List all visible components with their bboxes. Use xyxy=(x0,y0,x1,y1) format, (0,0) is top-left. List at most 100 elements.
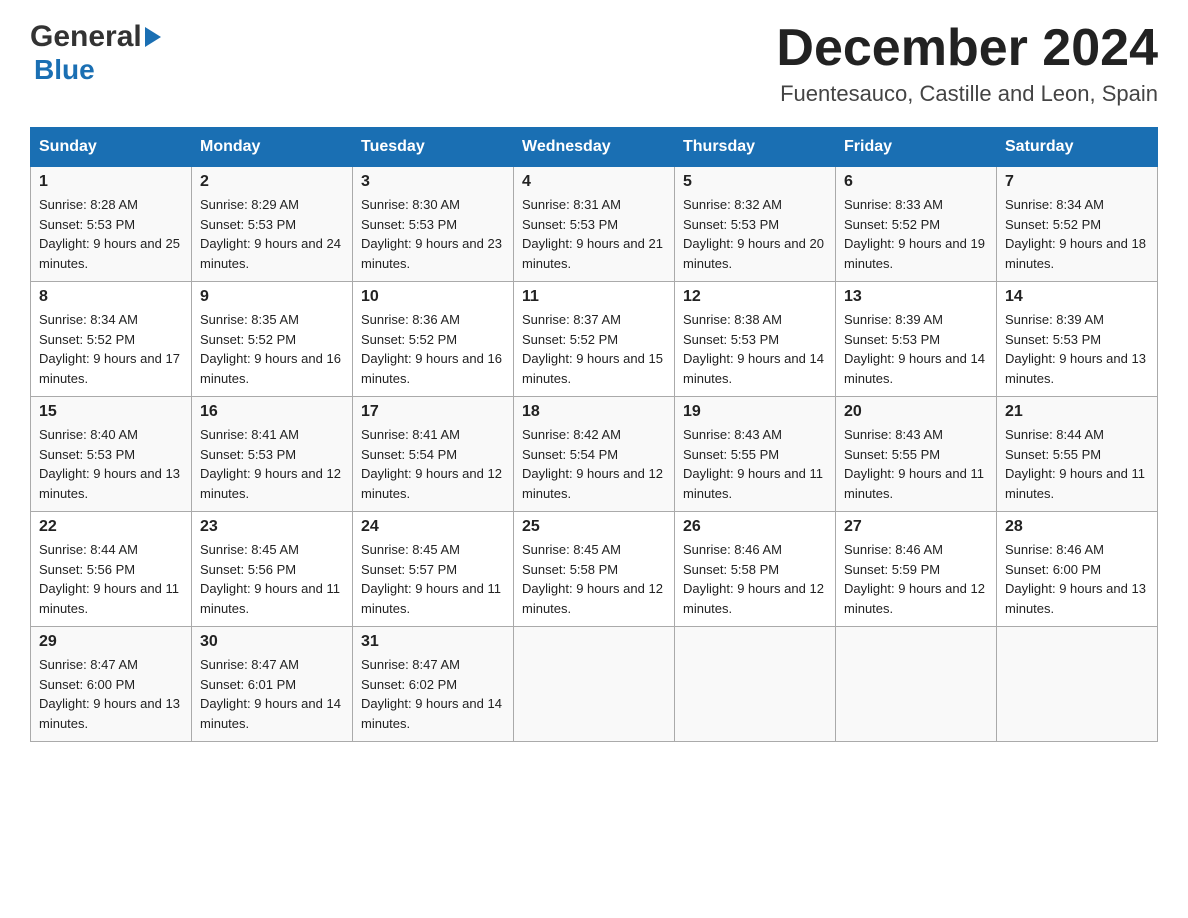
calendar-cell xyxy=(514,627,675,742)
logo-arrow-icon xyxy=(145,27,161,47)
day-number: 25 xyxy=(522,518,666,536)
calendar-cell: 20Sunrise: 8:43 AMSunset: 5:55 PMDayligh… xyxy=(836,397,997,512)
day-number: 16 xyxy=(200,403,344,421)
calendar-cell: 3 Sunrise: 8:30 AMSunset: 5:53 PMDaylight… xyxy=(353,167,514,282)
day-number: 21 xyxy=(1005,403,1149,421)
calendar-cell: 23 Sunrise: 8:45 AMSunset: 5:56 PMDayligh… xyxy=(192,512,353,627)
day-info: Sunrise: 8:45 AMSunset: 5:57 PMDaylight:… xyxy=(361,540,505,618)
calendar-body: 1 Sunrise: 8:28 AMSunset: 5:53 PMDaylight… xyxy=(31,167,1158,742)
calendar-cell: 11Sunrise: 8:37 AMSunset: 5:52 PMDayligh… xyxy=(514,282,675,397)
day-info: Sunrise: 8:33 AMSunset: 5:52 PMDaylight:… xyxy=(844,195,988,273)
day-number: 22 xyxy=(39,518,183,536)
calendar-cell: 6Sunrise: 8:33 AMSunset: 5:52 PMDaylight… xyxy=(836,167,997,282)
calendar-cell: 15 Sunrise: 8:40 AMSunset: 5:53 PMDayligh… xyxy=(31,397,192,512)
day-number: 7 xyxy=(1005,173,1149,191)
day-info: Sunrise: 8:36 AMSunset: 5:52 PMDaylight:… xyxy=(361,310,505,388)
day-info: Sunrise: 8:41 AMSunset: 5:53 PMDaylight:… xyxy=(200,425,344,503)
calendar-cell: 10 Sunrise: 8:36 AMSunset: 5:52 PMDayligh… xyxy=(353,282,514,397)
day-number: 3 xyxy=(361,173,505,191)
day-number: 30 xyxy=(200,633,344,651)
day-number: 12 xyxy=(683,288,827,306)
week-row-5: 29 Sunrise: 8:47 AMSunset: 6:00 PMDayligh… xyxy=(31,627,1158,742)
calendar-cell: 22 Sunrise: 8:44 AMSunset: 5:56 PMDayligh… xyxy=(31,512,192,627)
logo-blue-text: Blue xyxy=(34,54,95,85)
day-number: 11 xyxy=(522,288,666,306)
week-row-4: 22 Sunrise: 8:44 AMSunset: 5:56 PMDayligh… xyxy=(31,512,1158,627)
day-info: Sunrise: 8:43 AMSunset: 5:55 PMDaylight:… xyxy=(844,425,988,503)
calendar-cell: 9Sunrise: 8:35 AMSunset: 5:52 PMDaylight… xyxy=(192,282,353,397)
day-number: 31 xyxy=(361,633,505,651)
header-tuesday: Tuesday xyxy=(353,128,514,167)
day-info: Sunrise: 8:46 AMSunset: 5:58 PMDaylight:… xyxy=(683,540,827,618)
day-info: Sunrise: 8:45 AMSunset: 5:56 PMDaylight:… xyxy=(200,540,344,618)
day-number: 14 xyxy=(1005,288,1149,306)
header-wednesday: Wednesday xyxy=(514,128,675,167)
header-row: Sunday Monday Tuesday Wednesday Thursday… xyxy=(31,128,1158,167)
day-number: 13 xyxy=(844,288,988,306)
day-info: Sunrise: 8:47 AMSunset: 6:02 PMDaylight:… xyxy=(361,655,505,733)
calendar-cell: 31 Sunrise: 8:47 AMSunset: 6:02 PMDayligh… xyxy=(353,627,514,742)
day-info: Sunrise: 8:47 AMSunset: 6:01 PMDaylight:… xyxy=(200,655,344,733)
day-info: Sunrise: 8:42 AMSunset: 5:54 PMDaylight:… xyxy=(522,425,666,503)
day-info: Sunrise: 8:35 AMSunset: 5:52 PMDaylight:… xyxy=(200,310,344,388)
week-row-3: 15 Sunrise: 8:40 AMSunset: 5:53 PMDayligh… xyxy=(31,397,1158,512)
day-number: 26 xyxy=(683,518,827,536)
day-number: 4 xyxy=(522,173,666,191)
calendar-cell: 30 Sunrise: 8:47 AMSunset: 6:01 PMDayligh… xyxy=(192,627,353,742)
header-friday: Friday xyxy=(836,128,997,167)
calendar-cell: 4 Sunrise: 8:31 AMSunset: 5:53 PMDaylight… xyxy=(514,167,675,282)
day-number: 27 xyxy=(844,518,988,536)
day-info: Sunrise: 8:39 AMSunset: 5:53 PMDaylight:… xyxy=(1005,310,1149,388)
day-info: Sunrise: 8:34 AMSunset: 5:52 PMDaylight:… xyxy=(39,310,183,388)
day-info: Sunrise: 8:28 AMSunset: 5:53 PMDaylight:… xyxy=(39,195,183,273)
day-number: 18 xyxy=(522,403,666,421)
calendar-cell: 16 Sunrise: 8:41 AMSunset: 5:53 PMDayligh… xyxy=(192,397,353,512)
day-number: 1 xyxy=(39,173,183,191)
day-info: Sunrise: 8:31 AMSunset: 5:53 PMDaylight:… xyxy=(522,195,666,273)
day-number: 10 xyxy=(361,288,505,306)
day-info: Sunrise: 8:32 AMSunset: 5:53 PMDaylight:… xyxy=(683,195,827,273)
calendar-cell: 19 Sunrise: 8:43 AMSunset: 5:55 PMDayligh… xyxy=(675,397,836,512)
calendar-cell: 29 Sunrise: 8:47 AMSunset: 6:00 PMDayligh… xyxy=(31,627,192,742)
calendar-cell xyxy=(836,627,997,742)
calendar-cell: 12Sunrise: 8:38 AMSunset: 5:53 PMDayligh… xyxy=(675,282,836,397)
calendar-cell: 21 Sunrise: 8:44 AMSunset: 5:55 PMDayligh… xyxy=(997,397,1158,512)
calendar-header: Sunday Monday Tuesday Wednesday Thursday… xyxy=(31,128,1158,167)
calendar-cell: 17 Sunrise: 8:41 AMSunset: 5:54 PMDayligh… xyxy=(353,397,514,512)
day-info: Sunrise: 8:44 AMSunset: 5:55 PMDaylight:… xyxy=(1005,425,1149,503)
calendar-cell: 25Sunrise: 8:45 AMSunset: 5:58 PMDayligh… xyxy=(514,512,675,627)
day-number: 15 xyxy=(39,403,183,421)
week-row-2: 8 Sunrise: 8:34 AMSunset: 5:52 PMDaylight… xyxy=(31,282,1158,397)
day-info: Sunrise: 8:43 AMSunset: 5:55 PMDaylight:… xyxy=(683,425,827,503)
day-info: Sunrise: 8:47 AMSunset: 6:00 PMDaylight:… xyxy=(39,655,183,733)
day-number: 29 xyxy=(39,633,183,651)
calendar-cell: 14 Sunrise: 8:39 AMSunset: 5:53 PMDayligh… xyxy=(997,282,1158,397)
day-info: Sunrise: 8:46 AMSunset: 6:00 PMDaylight:… xyxy=(1005,540,1149,618)
header-thursday: Thursday xyxy=(675,128,836,167)
header-sunday: Sunday xyxy=(31,128,192,167)
day-info: Sunrise: 8:34 AMSunset: 5:52 PMDaylight:… xyxy=(1005,195,1149,273)
day-number: 28 xyxy=(1005,518,1149,536)
header-monday: Monday xyxy=(192,128,353,167)
day-number: 24 xyxy=(361,518,505,536)
day-info: Sunrise: 8:41 AMSunset: 5:54 PMDaylight:… xyxy=(361,425,505,503)
day-number: 17 xyxy=(361,403,505,421)
day-info: Sunrise: 8:46 AMSunset: 5:59 PMDaylight:… xyxy=(844,540,988,618)
day-number: 8 xyxy=(39,288,183,306)
calendar-cell: 13 Sunrise: 8:39 AMSunset: 5:53 PMDayligh… xyxy=(836,282,997,397)
day-number: 23 xyxy=(200,518,344,536)
logo-general-text: General xyxy=(30,20,142,54)
day-info: Sunrise: 8:40 AMSunset: 5:53 PMDaylight:… xyxy=(39,425,183,503)
day-info: Sunrise: 8:39 AMSunset: 5:53 PMDaylight:… xyxy=(844,310,988,388)
day-info: Sunrise: 8:30 AMSunset: 5:53 PMDaylight:… xyxy=(361,195,505,273)
calendar-cell: 27 Sunrise: 8:46 AMSunset: 5:59 PMDayligh… xyxy=(836,512,997,627)
calendar-cell: 26 Sunrise: 8:46 AMSunset: 5:58 PMDayligh… xyxy=(675,512,836,627)
calendar-cell xyxy=(997,627,1158,742)
day-info: Sunrise: 8:29 AMSunset: 5:53 PMDaylight:… xyxy=(200,195,344,273)
day-number: 5 xyxy=(683,173,827,191)
day-number: 19 xyxy=(683,403,827,421)
location-title: Fuentesauco, Castille and Leon, Spain xyxy=(776,81,1158,107)
day-info: Sunrise: 8:44 AMSunset: 5:56 PMDaylight:… xyxy=(39,540,183,618)
header-saturday: Saturday xyxy=(997,128,1158,167)
calendar-cell: 28 Sunrise: 8:46 AMSunset: 6:00 PMDayligh… xyxy=(997,512,1158,627)
